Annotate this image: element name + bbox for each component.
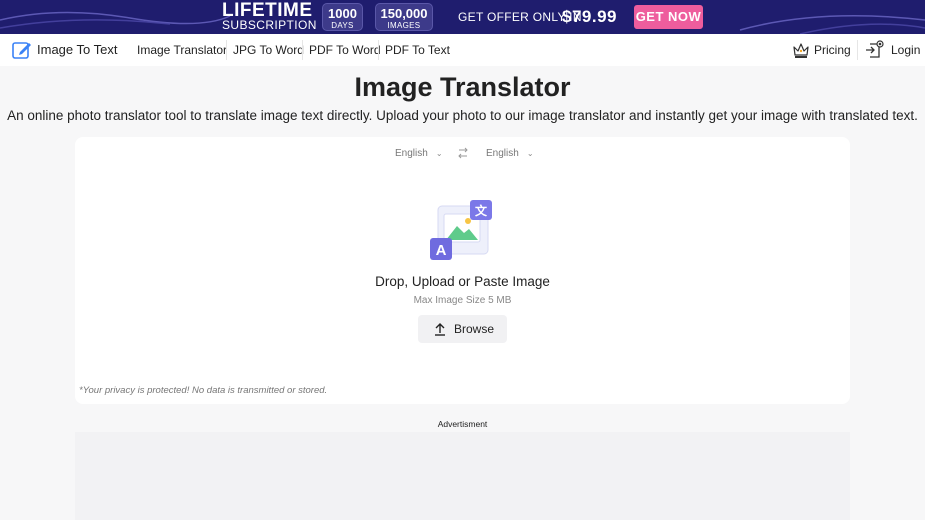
images-value: 150,000 [380,6,428,21]
nav-divider [302,40,303,60]
images-label: IMAGES [387,21,421,30]
images-badge: 150,000 IMAGES [375,3,433,31]
pricing-link[interactable]: Pricing [814,43,851,57]
translator-card: English ⌄ English ⌄ 文 A Drop, Upload or Pa… [75,137,850,404]
image-translate-icon[interactable]: 文 A [430,200,496,262]
promo-banner[interactable]: LIFETIME SUBSCRIPTION 1000 DAYS 150,000 … [0,0,925,34]
top-navigation: Image To Text Image Translator JPG To Wo… [0,34,925,66]
edit-note-icon[interactable] [12,40,32,60]
privacy-note: *Your privacy is protected! No data is t… [79,385,328,396]
nav-divider [378,40,379,60]
nav-divider [857,40,858,60]
nav-link-pdf-to-word[interactable]: PDF To Word [309,43,381,57]
page-subtitle: An online photo translator tool to trans… [7,108,918,123]
days-label: DAYS [331,21,354,30]
target-language-label: English [486,148,519,159]
site-logo-text[interactable]: Image To Text [37,42,117,57]
chevron-down-icon: ⌄ [435,149,443,158]
promo-subheadline: SUBSCRIPTION [222,18,317,32]
user-login-icon[interactable] [865,40,885,60]
nav-link-pdf-to-text[interactable]: PDF To Text [385,43,450,57]
source-language-label: English [395,148,428,159]
target-language-select[interactable]: English ⌄ [486,148,534,159]
browse-label: Browse [454,322,495,336]
drop-zone-text: Drop, Upload or Paste Image [375,274,550,289]
nav-link-image-translator[interactable]: Image Translator [137,43,227,57]
crown-icon[interactable] [792,41,810,59]
svg-text:文: 文 [475,203,488,218]
svg-text:A: A [436,242,447,259]
chevron-down-icon: ⌄ [526,149,534,158]
nav-link-jpg-to-word[interactable]: JPG To Word [233,43,304,57]
max-size-text: Max Image Size 5 MB [413,295,512,306]
get-now-button[interactable]: GET NOW [634,5,703,29]
advertisement-slot [75,432,850,520]
advertisement-label: Advertisment [437,419,488,429]
upload-arrow-icon [435,323,445,336]
offer-price: $79.99 [562,7,617,26]
login-link[interactable]: Login [891,43,920,57]
browse-button[interactable]: Browse [418,315,507,343]
swap-arrows-icon[interactable] [458,147,468,159]
days-badge: 1000 DAYS [322,3,363,31]
source-language-select[interactable]: English ⌄ [395,148,443,159]
nav-divider [226,40,227,60]
page-title: Image Translator [354,72,571,102]
days-value: 1000 [328,6,357,21]
